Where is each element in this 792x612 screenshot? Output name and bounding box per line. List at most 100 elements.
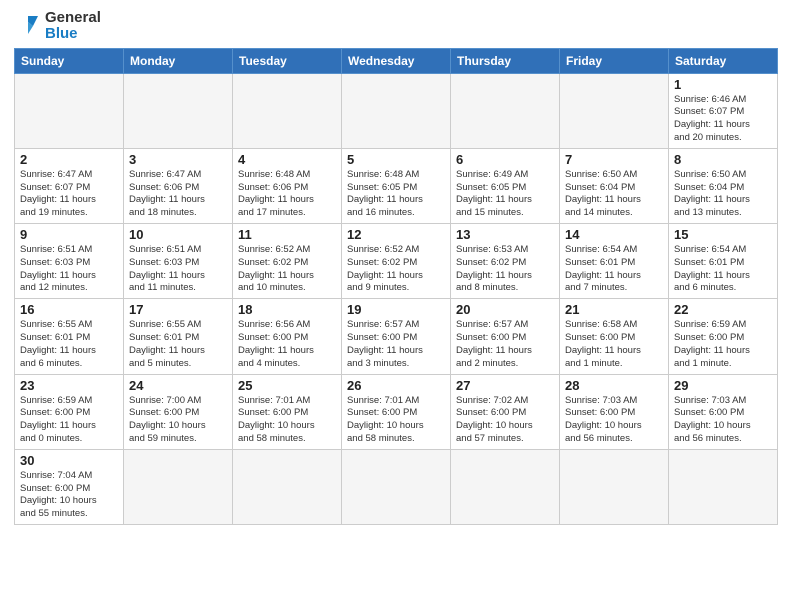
day-info: Sunrise: 6:56 AM Sunset: 6:00 PM Dayligh… [238,319,336,370]
day-number: 27 [456,378,554,393]
calendar-table: SundayMondayTuesdayWednesdayThursdayFrid… [14,48,778,526]
calendar-cell [560,449,669,524]
day-number: 3 [129,152,227,167]
day-number: 26 [347,378,445,393]
calendar-week-row: 1Sunrise: 6:46 AM Sunset: 6:07 PM Daylig… [15,73,778,148]
day-info: Sunrise: 7:03 AM Sunset: 6:00 PM Dayligh… [674,395,772,446]
calendar-cell: 13 Sunrise: 6:53 AM Sunset: 6:02 PM Dayli… [451,224,560,299]
day-info: Sunrise: 6:55 AM Sunset: 6:01 PM Dayligh… [20,319,118,370]
calendar-cell: 28 Sunrise: 7:03 AM Sunset: 6:00 PM Dayli… [560,374,669,449]
calendar-cell: 30Sunrise: 7:04 AM Sunset: 6:00 PM Dayli… [15,449,124,524]
day-info: Sunrise: 7:02 AM Sunset: 6:00 PM Dayligh… [456,395,554,446]
day-number: 28 [565,378,663,393]
day-info: Sunrise: 6:53 AM Sunset: 6:02 PM Dayligh… [456,244,554,295]
calendar-cell: 8 Sunrise: 6:50 AM Sunset: 6:04 PM Daylig… [669,148,778,223]
day-info: Sunrise: 6:47 AM Sunset: 6:06 PM Dayligh… [129,169,227,220]
logo-blue-text: Blue [45,26,101,42]
calendar-cell [342,73,451,148]
calendar-week-row: 23Sunrise: 6:59 AM Sunset: 6:00 PM Dayli… [15,374,778,449]
day-info: Sunrise: 6:52 AM Sunset: 6:02 PM Dayligh… [238,244,336,295]
day-info: Sunrise: 6:50 AM Sunset: 6:04 PM Dayligh… [565,169,663,220]
calendar-cell: 15 Sunrise: 6:54 AM Sunset: 6:01 PM Dayli… [669,224,778,299]
calendar-cell [124,73,233,148]
day-info: Sunrise: 6:50 AM Sunset: 6:04 PM Dayligh… [674,169,772,220]
day-number: 10 [129,227,227,242]
logo-general-text: General [45,10,101,26]
day-info: Sunrise: 6:51 AM Sunset: 6:03 PM Dayligh… [129,244,227,295]
day-info: Sunrise: 6:48 AM Sunset: 6:06 PM Dayligh… [238,169,336,220]
calendar-cell: 12Sunrise: 6:52 AM Sunset: 6:02 PM Dayli… [342,224,451,299]
logo-combined: General Blue [14,10,101,42]
day-number: 22 [674,302,772,317]
day-info: Sunrise: 6:57 AM Sunset: 6:00 PM Dayligh… [347,319,445,370]
day-info: Sunrise: 6:46 AM Sunset: 6:07 PM Dayligh… [674,94,772,145]
calendar-cell: 16Sunrise: 6:55 AM Sunset: 6:01 PM Dayli… [15,299,124,374]
weekday-header-sunday: Sunday [15,48,124,73]
calendar-cell [233,449,342,524]
calendar-cell: 5 Sunrise: 6:48 AM Sunset: 6:05 PM Daylig… [342,148,451,223]
weekday-header-row: SundayMondayTuesdayWednesdayThursdayFrid… [15,48,778,73]
calendar-cell: 7 Sunrise: 6:50 AM Sunset: 6:04 PM Daylig… [560,148,669,223]
day-number: 2 [20,152,118,167]
day-number: 19 [347,302,445,317]
calendar-cell: 29Sunrise: 7:03 AM Sunset: 6:00 PM Dayli… [669,374,778,449]
calendar-week-row: 9 Sunrise: 6:51 AM Sunset: 6:03 PM Daylig… [15,224,778,299]
day-number: 7 [565,152,663,167]
calendar-cell: 21Sunrise: 6:58 AM Sunset: 6:00 PM Dayli… [560,299,669,374]
calendar-cell [451,449,560,524]
calendar-cell [451,73,560,148]
calendar-cell: 27 Sunrise: 7:02 AM Sunset: 6:00 PM Dayli… [451,374,560,449]
calendar-cell: 1Sunrise: 6:46 AM Sunset: 6:07 PM Daylig… [669,73,778,148]
day-number: 12 [347,227,445,242]
calendar-cell [15,73,124,148]
calendar-cell: 4 Sunrise: 6:48 AM Sunset: 6:06 PM Daylig… [233,148,342,223]
calendar-cell: 24Sunrise: 7:00 AM Sunset: 6:00 PM Dayli… [124,374,233,449]
calendar-page: General Blue SundayMondayTuesdayWednesda… [0,0,792,535]
day-info: Sunrise: 7:01 AM Sunset: 6:00 PM Dayligh… [238,395,336,446]
day-number: 5 [347,152,445,167]
day-info: Sunrise: 6:51 AM Sunset: 6:03 PM Dayligh… [20,244,118,295]
day-number: 15 [674,227,772,242]
day-number: 14 [565,227,663,242]
day-info: Sunrise: 7:03 AM Sunset: 6:00 PM Dayligh… [565,395,663,446]
day-info: Sunrise: 6:57 AM Sunset: 6:00 PM Dayligh… [456,319,554,370]
calendar-cell: 6 Sunrise: 6:49 AM Sunset: 6:05 PM Daylig… [451,148,560,223]
logo-bird-icon [14,12,42,40]
day-info: Sunrise: 6:48 AM Sunset: 6:05 PM Dayligh… [347,169,445,220]
weekday-header-monday: Monday [124,48,233,73]
day-number: 30 [20,453,118,468]
logo: General Blue [14,10,101,42]
calendar-cell: 9 Sunrise: 6:51 AM Sunset: 6:03 PM Daylig… [15,224,124,299]
weekday-header-friday: Friday [560,48,669,73]
day-info: Sunrise: 6:54 AM Sunset: 6:01 PM Dayligh… [565,244,663,295]
calendar-cell: 18Sunrise: 6:56 AM Sunset: 6:00 PM Dayli… [233,299,342,374]
calendar-cell [342,449,451,524]
calendar-cell: 26 Sunrise: 7:01 AM Sunset: 6:00 PM Dayli… [342,374,451,449]
day-number: 8 [674,152,772,167]
day-number: 24 [129,378,227,393]
calendar-week-row: 30Sunrise: 7:04 AM Sunset: 6:00 PM Dayli… [15,449,778,524]
day-info: Sunrise: 6:59 AM Sunset: 6:00 PM Dayligh… [674,319,772,370]
day-number: 21 [565,302,663,317]
calendar-cell: 11 Sunrise: 6:52 AM Sunset: 6:02 PM Dayli… [233,224,342,299]
day-number: 23 [20,378,118,393]
calendar-cell: 20Sunrise: 6:57 AM Sunset: 6:00 PM Dayli… [451,299,560,374]
header: General Blue [14,10,778,42]
weekday-header-thursday: Thursday [451,48,560,73]
day-number: 4 [238,152,336,167]
day-number: 11 [238,227,336,242]
day-number: 13 [456,227,554,242]
calendar-cell: 3 Sunrise: 6:47 AM Sunset: 6:06 PM Daylig… [124,148,233,223]
day-info: Sunrise: 7:01 AM Sunset: 6:00 PM Dayligh… [347,395,445,446]
day-number: 6 [456,152,554,167]
day-info: Sunrise: 6:54 AM Sunset: 6:01 PM Dayligh… [674,244,772,295]
weekday-header-tuesday: Tuesday [233,48,342,73]
calendar-week-row: 16Sunrise: 6:55 AM Sunset: 6:01 PM Dayli… [15,299,778,374]
weekday-header-wednesday: Wednesday [342,48,451,73]
day-info: Sunrise: 6:49 AM Sunset: 6:05 PM Dayligh… [456,169,554,220]
day-number: 25 [238,378,336,393]
day-number: 17 [129,302,227,317]
day-number: 9 [20,227,118,242]
day-info: Sunrise: 6:55 AM Sunset: 6:01 PM Dayligh… [129,319,227,370]
weekday-header-saturday: Saturday [669,48,778,73]
